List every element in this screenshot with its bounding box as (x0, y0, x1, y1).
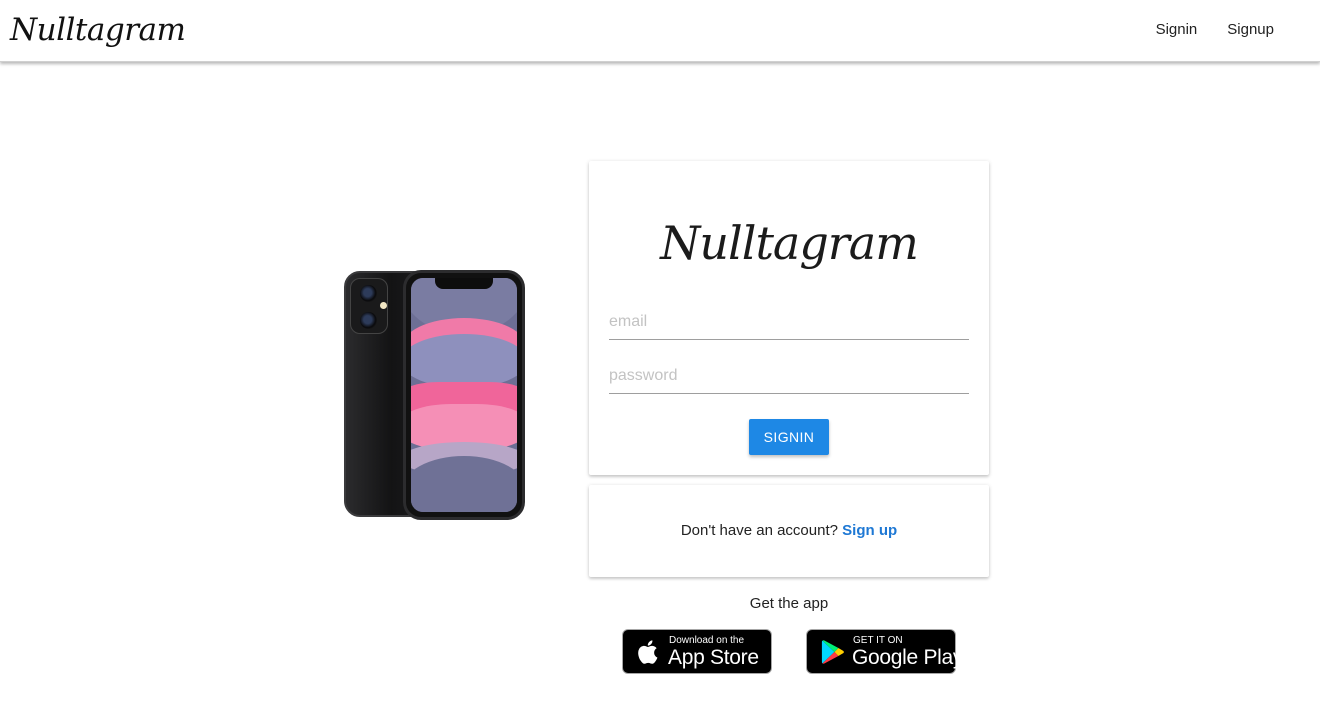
google-play-big-text: Google Play (852, 646, 964, 669)
camera-lens (360, 312, 377, 329)
phone-notch (435, 278, 493, 289)
login-card: Nulltagram SIGNIN (589, 161, 989, 475)
camera-module (350, 278, 388, 334)
password-field[interactable] (609, 358, 969, 394)
signup-link[interactable]: Sign up (842, 522, 897, 539)
nav-links: Signin Signup (1156, 19, 1274, 41)
phone-front (403, 270, 525, 520)
phone-image (343, 270, 525, 520)
nav-signin-link[interactable]: Signin (1156, 19, 1198, 41)
google-play-badge[interactable]: GET IT ON Google Play (806, 629, 963, 674)
app-store-big-text: App Store (668, 646, 759, 669)
navbar: Nulltagram Signin Signup (0, 0, 1320, 62)
signup-prompt-line: Don't have an account? Sign up (589, 521, 989, 541)
nav-signup-link[interactable]: Signup (1227, 19, 1274, 41)
camera-lens (360, 285, 377, 302)
get-app-label: Get the app (749, 595, 829, 612)
google-play-icon (821, 640, 844, 664)
signin-button[interactable]: SIGNIN (749, 419, 829, 455)
signup-prompt: Don't have an account? (680, 522, 838, 539)
card-brand-logo: Nulltagram (660, 216, 919, 270)
phone-screen (411, 278, 517, 512)
signup-card: Don't have an account? Sign up (589, 485, 989, 577)
apple-icon (638, 640, 658, 664)
camera-flash (380, 302, 387, 309)
app-store-badge[interactable]: Download on the App Store (622, 629, 772, 674)
brand-logo[interactable]: Nulltagram (10, 8, 186, 52)
email-field[interactable] (609, 304, 969, 340)
